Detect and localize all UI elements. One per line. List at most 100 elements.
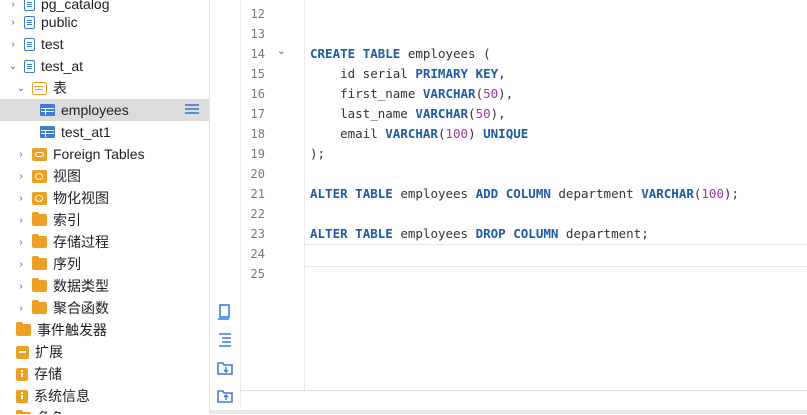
chevron-right-icon[interactable]: › [16, 165, 26, 187]
code-line[interactable]: first_name VARCHAR(50), [310, 84, 513, 104]
tree-item-label: 存储过程 [53, 234, 109, 250]
tree-item[interactable]: 扩展 [0, 341, 209, 363]
view-icon [32, 169, 47, 183]
tree-item-label: 索引 [53, 212, 81, 228]
line-number: 16 [250, 87, 265, 101]
line-number: 19 [250, 147, 265, 161]
tree-item[interactable]: 系统信息 [0, 385, 209, 407]
tree-item[interactable]: › 物化视图 [0, 187, 209, 209]
tree-item[interactable]: test_at1 [0, 121, 209, 143]
line-number: 15 [250, 67, 265, 81]
line-number-gutter: 12 13 14 15 16 17 18 19 20 21 22 23 24 25 ⌄ [241, 0, 305, 390]
line-number: 20 [250, 167, 265, 181]
code-line[interactable]: id serial PRIMARY KEY, [310, 64, 506, 84]
fold-chevron-icon[interactable]: ⌄ [277, 46, 287, 57]
object-tree-panel: › pg_catalog › public › test ⌄ test_at ⌄ 表 employe… [0, 0, 210, 414]
line-number: 18 [250, 127, 265, 141]
folder-icon [32, 256, 47, 270]
tree-item-label: test_at [41, 58, 84, 74]
tree-item-label: 聚合函数 [53, 300, 109, 316]
line-number: 22 [250, 207, 265, 221]
code-line[interactable]: CREATE TABLE employees ( [310, 44, 491, 64]
schema-icon [24, 37, 35, 51]
chevron-down-icon[interactable]: ⌄ [16, 77, 26, 99]
tree-item-label: 系统信息 [34, 388, 90, 404]
tree-item[interactable]: › 索引 [0, 209, 209, 231]
tree-item[interactable]: ⌄ 表 [0, 77, 209, 99]
tree-item-label: 角色 [37, 408, 65, 414]
line-number: 13 [250, 27, 265, 41]
tree-item[interactable]: › 聚合函数 [0, 297, 209, 319]
extension-icon [16, 345, 29, 359]
tree-item[interactable]: 事件触发器 [0, 319, 209, 341]
folder-icon [32, 278, 47, 292]
tree-item-label: 物化视图 [53, 190, 109, 206]
format-icon[interactable] [216, 331, 234, 349]
tree-item-label: 表 [53, 80, 67, 96]
tree-item[interactable]: 角色 [0, 407, 209, 414]
tree-item-label: Foreign Tables [53, 146, 145, 162]
folder-icon [16, 322, 31, 336]
open-from-folder-icon[interactable] [216, 387, 234, 405]
chevron-right-icon[interactable]: › [16, 231, 26, 253]
table-icon [40, 104, 55, 116]
foreign-table-icon [32, 147, 47, 161]
tree-item-label: 序列 [53, 256, 81, 272]
tree-item[interactable]: 存储 [0, 363, 209, 385]
folder-icon [32, 234, 47, 248]
code-area[interactable]: CREATE TABLE employees ( id serial PRIMA… [310, 0, 807, 390]
folder-icon [32, 212, 47, 226]
tree-item-label: 存储 [34, 366, 62, 382]
schema-icon [24, 15, 35, 29]
code-line[interactable]: last_name VARCHAR(50), [310, 104, 506, 124]
schema-icon [24, 59, 35, 73]
chevron-right-icon[interactable]: › [8, 33, 18, 55]
row-menu-icon[interactable] [185, 104, 199, 106]
chevron-right-icon[interactable]: › [16, 187, 26, 209]
code-line[interactable]: ALTER TABLE employees ADD COLUMN departm… [310, 184, 739, 204]
table-icon [40, 126, 55, 138]
horizontal-scrollbar[interactable] [210, 410, 807, 414]
schema-icon [24, 0, 35, 11]
tree-item[interactable]: ⌄ test_at [0, 55, 209, 77]
tree-item-label: test_at1 [61, 124, 111, 140]
tree-item-label: test [41, 36, 64, 52]
tree-item[interactable]: employees [0, 99, 209, 121]
tree-item[interactable]: › 视图 [0, 165, 209, 187]
chevron-right-icon[interactable]: › [16, 297, 26, 319]
tree-item-label: public [41, 14, 78, 30]
tree-item-label: 扩展 [35, 344, 63, 360]
info-icon [16, 389, 28, 403]
chevron-right-icon[interactable]: › [8, 11, 18, 33]
line-number: 23 [250, 227, 265, 241]
line-number: 17 [250, 107, 265, 121]
tree-item-label: 数据类型 [53, 278, 109, 294]
code-line[interactable]: ); [310, 144, 325, 164]
tree-item[interactable]: › Foreign Tables [0, 143, 209, 165]
chevron-right-icon[interactable]: › [16, 253, 26, 275]
line-number: 24 [250, 247, 265, 261]
tree-item[interactable]: › test [0, 33, 209, 55]
new-query-icon[interactable] [216, 303, 234, 321]
sql-editor[interactable]: 12 13 14 15 16 17 18 19 20 21 22 23 24 25 ⌄ CREATE TAB… [210, 0, 807, 415]
tables-folder-icon [32, 81, 47, 95]
tree-item[interactable]: › 序列 [0, 253, 209, 275]
view-icon [32, 191, 47, 205]
code-line[interactable]: email VARCHAR(100) UNIQUE [310, 124, 528, 144]
line-number: 21 [250, 187, 265, 201]
tree-item[interactable]: › 数据类型 [0, 275, 209, 297]
storage-icon [16, 367, 28, 381]
chevron-right-icon[interactable]: › [16, 275, 26, 297]
tree-item-label: 视图 [53, 168, 81, 184]
line-number: 12 [250, 7, 265, 21]
save-to-folder-icon[interactable] [216, 359, 234, 377]
tree-item-label: 事件触发器 [37, 322, 107, 338]
chevron-right-icon[interactable]: › [16, 143, 26, 165]
chevron-down-icon[interactable]: ⌄ [8, 55, 18, 77]
editor-toolbar [210, 0, 241, 414]
tree-item-label: employees [61, 102, 129, 118]
tree-item[interactable]: › 存储过程 [0, 231, 209, 253]
tree-item[interactable]: › public [0, 11, 209, 33]
chevron-right-icon[interactable]: › [16, 209, 26, 231]
code-line[interactable]: ALTER TABLE employees DROP COLUMN depart… [310, 224, 649, 244]
